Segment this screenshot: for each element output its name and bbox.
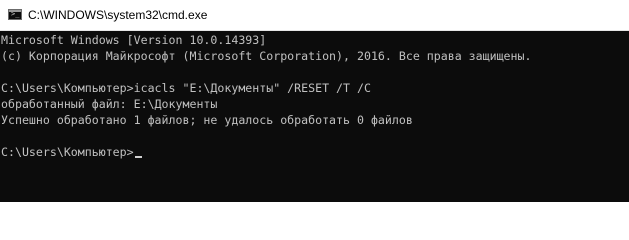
- console-line-result: Успешно обработано 1 файлов; не удалось …: [1, 113, 413, 127]
- text-cursor: [134, 156, 142, 158]
- cmd-icon[interactable]: >_: [8, 9, 22, 20]
- cmd-window: >_ C:\WINDOWS\system32\cmd.exe Microsoft…: [0, 0, 629, 202]
- window-title: C:\WINDOWS\system32\cmd.exe: [28, 8, 208, 22]
- console-line-version: Microsoft Windows [Version 10.0.14393]: [1, 33, 267, 47]
- console-prompt: C:\Users\Компьютер>: [1, 145, 134, 159]
- console-output[interactable]: Microsoft Windows [Version 10.0.14393] (…: [0, 31, 629, 202]
- console-line-copyright: (c) Корпорация Майкрософт (Microsoft Cor…: [1, 49, 532, 63]
- title-bar[interactable]: >_ C:\WINDOWS\system32\cmd.exe: [0, 0, 629, 31]
- console-line-command: C:\Users\Компьютер>icacls "E:\Документы"…: [1, 81, 371, 95]
- console-line-processed: обработанный файл: E:\Документы: [1, 97, 218, 111]
- console-prompt-line[interactable]: C:\Users\Компьютер>: [1, 144, 142, 160]
- cmd-icon-prompt: >_: [11, 10, 20, 18]
